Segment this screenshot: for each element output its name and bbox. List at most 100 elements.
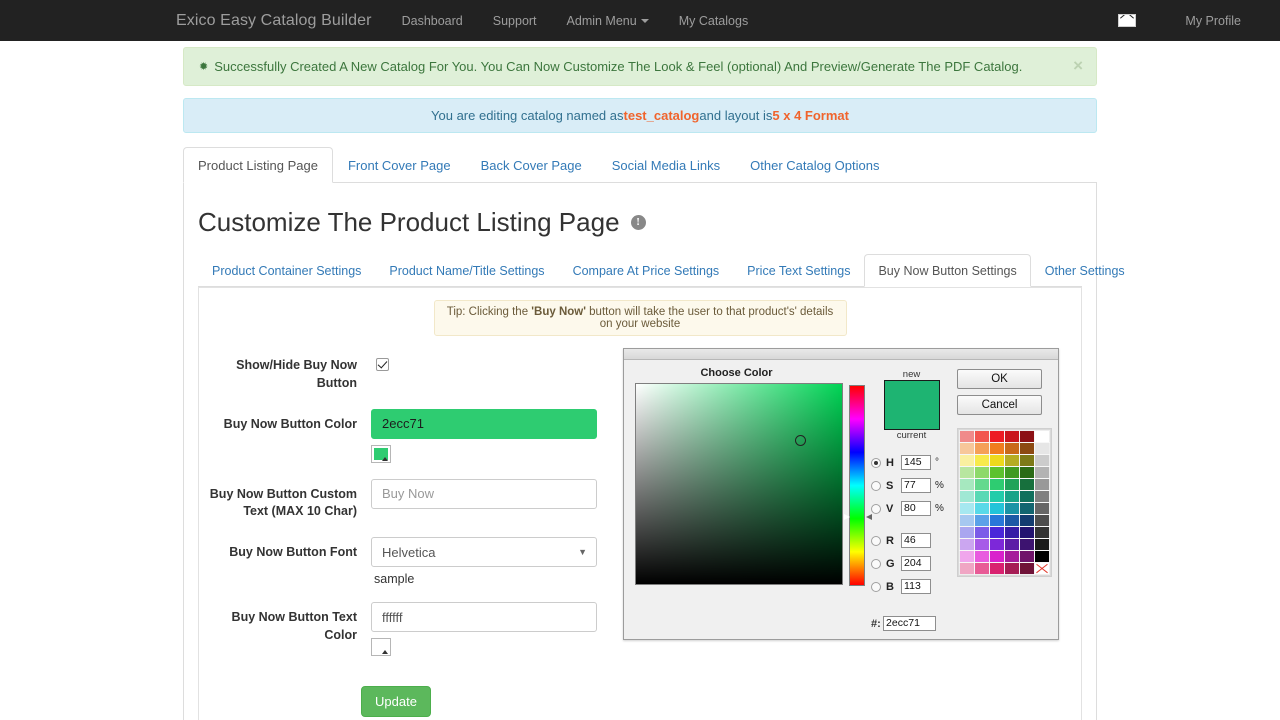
palette-swatch[interactable] (960, 563, 974, 574)
palette-swatch[interactable] (990, 503, 1004, 514)
palette-swatch[interactable] (1005, 539, 1019, 550)
button-color-swatch[interactable] (371, 445, 391, 463)
palette-swatch[interactable] (1035, 563, 1049, 574)
nav-item-support[interactable]: Support (478, 14, 552, 28)
palette-swatch[interactable] (975, 539, 989, 550)
radio-r[interactable] (871, 536, 881, 546)
close-icon[interactable]: × (1073, 57, 1083, 74)
gradient-cursor[interactable] (795, 435, 806, 446)
palette-swatch[interactable] (990, 551, 1004, 562)
palette-swatch[interactable] (1020, 455, 1034, 466)
tab-product-name-title-settings[interactable]: Product Name/Title Settings (375, 254, 558, 287)
palette-swatch[interactable] (975, 491, 989, 502)
input-r[interactable]: 46 (901, 533, 931, 548)
info-icon[interactable]: ! (631, 215, 646, 230)
tab-product-listing-page[interactable]: Product Listing Page (183, 147, 333, 183)
tab-product-container-settings[interactable]: Product Container Settings (198, 254, 375, 287)
color-palette-grid[interactable] (957, 428, 1052, 577)
tab-compare-at-price-settings[interactable]: Compare At Price Settings (559, 254, 734, 287)
palette-swatch[interactable] (975, 503, 989, 514)
palette-swatch[interactable] (990, 479, 1004, 490)
radio-v[interactable] (871, 504, 881, 514)
palette-swatch[interactable] (1035, 551, 1049, 562)
brand-link[interactable]: Exico Easy Catalog Builder (0, 12, 387, 30)
palette-swatch[interactable] (1035, 455, 1049, 466)
palette-swatch[interactable] (1020, 563, 1034, 574)
palette-swatch[interactable] (1020, 431, 1034, 442)
palette-swatch[interactable] (990, 455, 1004, 466)
palette-swatch[interactable] (960, 455, 974, 466)
color-picker-titlebar[interactable] (624, 349, 1058, 360)
radio-b[interactable] (871, 582, 881, 592)
tab-front-cover-page[interactable]: Front Cover Page (333, 147, 466, 183)
tab-back-cover-page[interactable]: Back Cover Page (466, 147, 597, 183)
input-b[interactable]: 113 (901, 579, 931, 594)
palette-swatch[interactable] (1020, 539, 1034, 550)
palette-swatch[interactable] (990, 431, 1004, 442)
palette-swatch[interactable] (960, 527, 974, 538)
palette-swatch[interactable] (1035, 503, 1049, 514)
palette-swatch[interactable] (1020, 551, 1034, 562)
palette-swatch[interactable] (975, 443, 989, 454)
palette-swatch[interactable] (1005, 563, 1019, 574)
saturation-value-gradient[interactable] (635, 383, 843, 585)
palette-swatch[interactable] (975, 527, 989, 538)
palette-swatch[interactable] (1005, 491, 1019, 502)
update-button[interactable]: Update (361, 686, 431, 717)
button-color-input[interactable] (371, 409, 597, 439)
palette-swatch[interactable] (990, 491, 1004, 502)
palette-swatch[interactable] (1035, 443, 1049, 454)
hue-slider[interactable] (849, 385, 865, 586)
palette-swatch[interactable] (975, 515, 989, 526)
palette-swatch[interactable] (1020, 515, 1034, 526)
palette-swatch[interactable] (1005, 479, 1019, 490)
palette-swatch[interactable] (1005, 431, 1019, 442)
tab-price-text-settings[interactable]: Price Text Settings (733, 254, 864, 287)
custom-text-input[interactable] (371, 479, 597, 509)
input-s[interactable]: 77 (901, 478, 931, 493)
radio-g[interactable] (871, 559, 881, 569)
palette-swatch[interactable] (1005, 503, 1019, 514)
palette-swatch[interactable] (1005, 527, 1019, 538)
palette-swatch[interactable] (990, 467, 1004, 478)
palette-swatch[interactable] (1035, 491, 1049, 502)
palette-swatch[interactable] (1020, 479, 1034, 490)
palette-swatch[interactable] (975, 467, 989, 478)
input-v[interactable]: 80 (901, 501, 931, 516)
palette-swatch[interactable] (1005, 551, 1019, 562)
palette-swatch[interactable] (960, 443, 974, 454)
palette-swatch[interactable] (1035, 515, 1049, 526)
palette-swatch[interactable] (960, 539, 974, 550)
cancel-button[interactable]: Cancel (957, 395, 1042, 415)
nav-item-my-catalogs[interactable]: My Catalogs (664, 14, 763, 28)
palette-swatch[interactable] (1035, 479, 1049, 490)
palette-swatch[interactable] (1005, 515, 1019, 526)
envelope-icon[interactable] (1118, 14, 1136, 27)
nav-item-admin-menu[interactable]: Admin Menu (552, 14, 664, 28)
palette-swatch[interactable] (1020, 527, 1034, 538)
palette-swatch[interactable] (975, 563, 989, 574)
ok-button[interactable]: OK (957, 369, 1042, 389)
nav-item-my-profile[interactable]: My Profile (1170, 14, 1256, 28)
text-color-swatch[interactable] (371, 638, 391, 656)
palette-swatch[interactable] (975, 455, 989, 466)
palette-swatch[interactable] (990, 527, 1004, 538)
input-hex[interactable]: 2ecc71 (883, 616, 936, 631)
palette-swatch[interactable] (960, 431, 974, 442)
palette-swatch[interactable] (1020, 443, 1034, 454)
palette-swatch[interactable] (975, 551, 989, 562)
tab-social-media-links[interactable]: Social Media Links (597, 147, 735, 183)
palette-swatch[interactable] (1005, 455, 1019, 466)
palette-swatch[interactable] (990, 539, 1004, 550)
hue-slider-handle[interactable] (844, 514, 872, 521)
palette-swatch[interactable] (1035, 527, 1049, 538)
palette-swatch[interactable] (1020, 503, 1034, 514)
palette-swatch[interactable] (960, 467, 974, 478)
radio-h[interactable] (871, 458, 881, 468)
tab-buy-now-button-settings[interactable]: Buy Now Button Settings (864, 254, 1030, 287)
palette-swatch[interactable] (1020, 467, 1034, 478)
palette-swatch[interactable] (960, 479, 974, 490)
palette-swatch[interactable] (960, 503, 974, 514)
palette-swatch[interactable] (1035, 539, 1049, 550)
nav-item-dashboard[interactable]: Dashboard (387, 14, 478, 28)
